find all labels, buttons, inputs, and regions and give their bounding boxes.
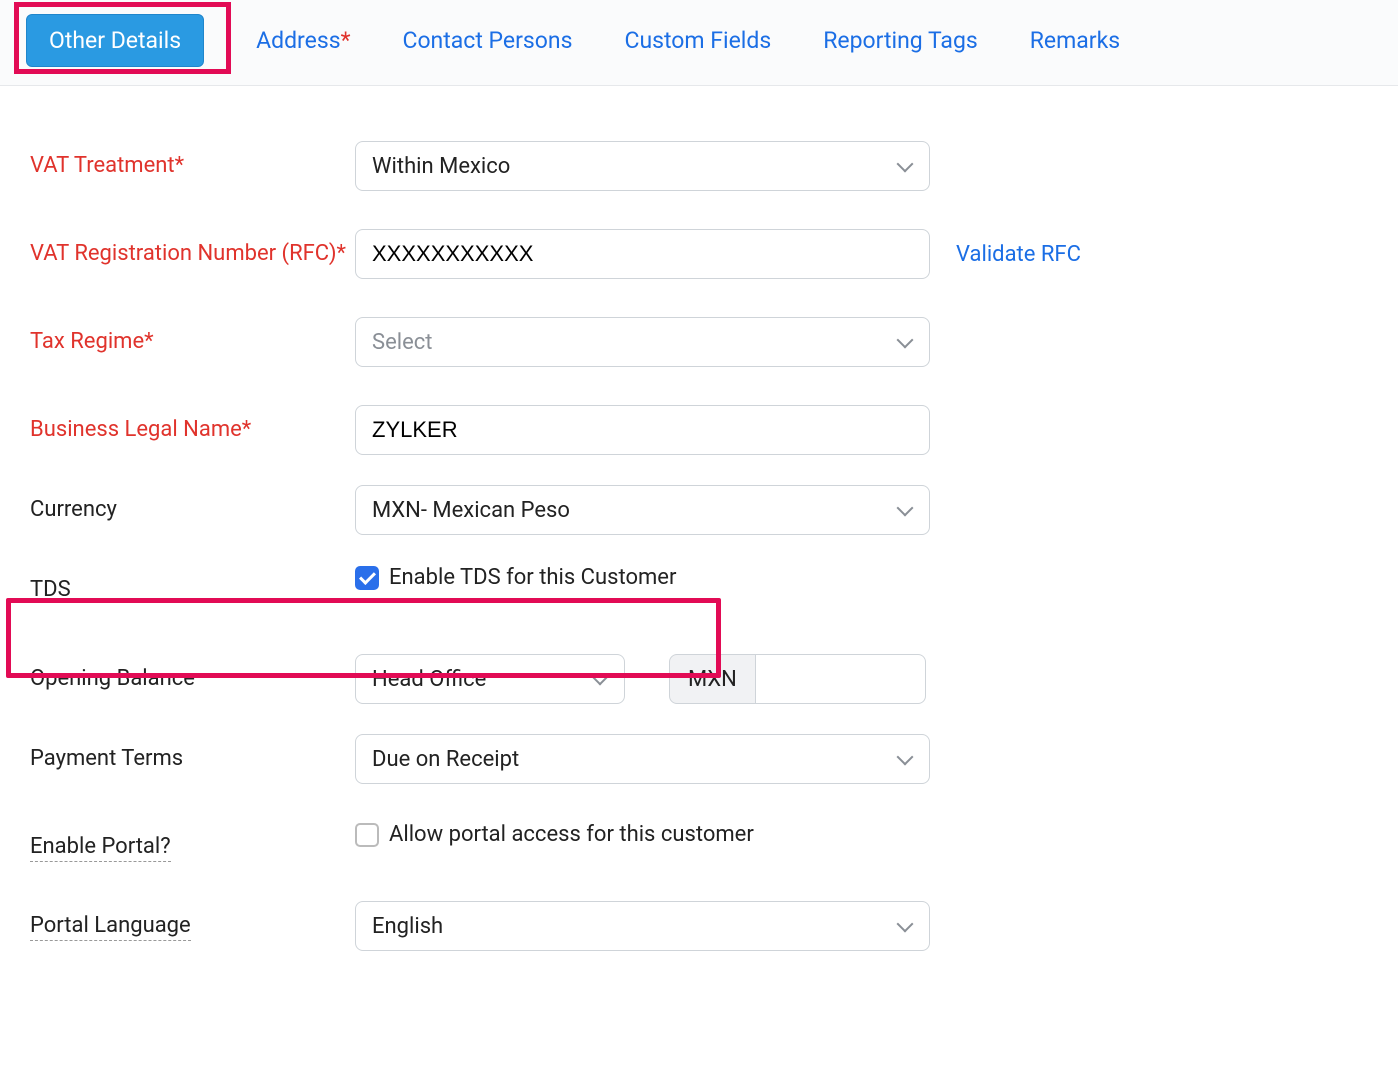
label-vat-treatment: VAT Treatment* bbox=[30, 141, 355, 182]
tab-contact-persons[interactable]: Contact Persons bbox=[402, 27, 572, 54]
input-opening-balance-amount[interactable] bbox=[756, 654, 926, 704]
currency-prefix: MXN bbox=[669, 654, 756, 704]
select-vat-treatment-value: Within Mexico bbox=[372, 154, 510, 179]
checkbox-enable-tds-wrap[interactable]: Enable TDS for this Customer bbox=[355, 565, 676, 590]
tab-bar: Other Details Address* Contact Persons C… bbox=[0, 0, 1398, 86]
select-vat-treatment[interactable]: Within Mexico bbox=[355, 141, 930, 191]
form-other-details: VAT Treatment* Within Mexico VAT Registr… bbox=[0, 86, 1398, 981]
label-opening-balance: Opening Balance bbox=[30, 654, 355, 695]
required-asterisk: * bbox=[341, 27, 351, 54]
label-payment-terms: Payment Terms bbox=[30, 734, 355, 775]
label-tax-regime: Tax Regime* bbox=[30, 317, 355, 358]
chevron-down-icon bbox=[592, 671, 608, 687]
checkbox-enable-tds-label: Enable TDS for this Customer bbox=[389, 565, 676, 590]
tab-other-details[interactable]: Other Details bbox=[26, 14, 204, 67]
checkbox-enable-portal-wrap[interactable]: Allow portal access for this customer bbox=[355, 822, 754, 847]
tab-custom-fields[interactable]: Custom Fields bbox=[624, 27, 771, 54]
select-portal-language[interactable]: English bbox=[355, 901, 930, 951]
label-business-legal-name: Business Legal Name* bbox=[30, 405, 355, 446]
select-tax-regime[interactable]: Select bbox=[355, 317, 930, 367]
tab-reporting-tags[interactable]: Reporting Tags bbox=[823, 27, 978, 54]
chevron-down-icon bbox=[897, 158, 913, 174]
select-portal-language-value: English bbox=[372, 914, 443, 939]
tab-address[interactable]: Address* bbox=[256, 27, 350, 54]
checkbox-enable-portal[interactable] bbox=[355, 823, 379, 847]
input-business-legal-name[interactable] bbox=[355, 405, 930, 455]
label-portal-language: Portal Language bbox=[30, 901, 355, 942]
chevron-down-icon bbox=[897, 502, 913, 518]
chevron-down-icon bbox=[897, 334, 913, 350]
checkbox-enable-tds[interactable] bbox=[355, 566, 379, 590]
select-opening-balance-branch[interactable]: Head Office bbox=[355, 654, 625, 704]
label-currency: Currency bbox=[30, 485, 355, 526]
checkbox-enable-portal-label: Allow portal access for this customer bbox=[389, 822, 754, 847]
tab-remarks[interactable]: Remarks bbox=[1030, 27, 1120, 54]
chevron-down-icon bbox=[897, 918, 913, 934]
select-payment-terms[interactable]: Due on Receipt bbox=[355, 734, 930, 784]
link-validate-rfc[interactable]: Validate RFC bbox=[956, 242, 1081, 267]
select-payment-terms-value: Due on Receipt bbox=[372, 747, 519, 772]
select-opening-balance-branch-value: Head Office bbox=[372, 667, 486, 692]
tab-address-label: Address bbox=[256, 27, 340, 54]
label-tds: TDS bbox=[30, 565, 355, 606]
input-vat-rfc[interactable] bbox=[355, 229, 930, 279]
select-currency[interactable]: MXN- Mexican Peso bbox=[355, 485, 930, 535]
label-enable-portal: Enable Portal? bbox=[30, 822, 355, 863]
chevron-down-icon bbox=[897, 751, 913, 767]
select-currency-value: MXN- Mexican Peso bbox=[372, 498, 570, 523]
select-tax-regime-placeholder: Select bbox=[372, 330, 432, 355]
label-vat-rfc: VAT Registration Number (RFC)* bbox=[30, 229, 355, 270]
